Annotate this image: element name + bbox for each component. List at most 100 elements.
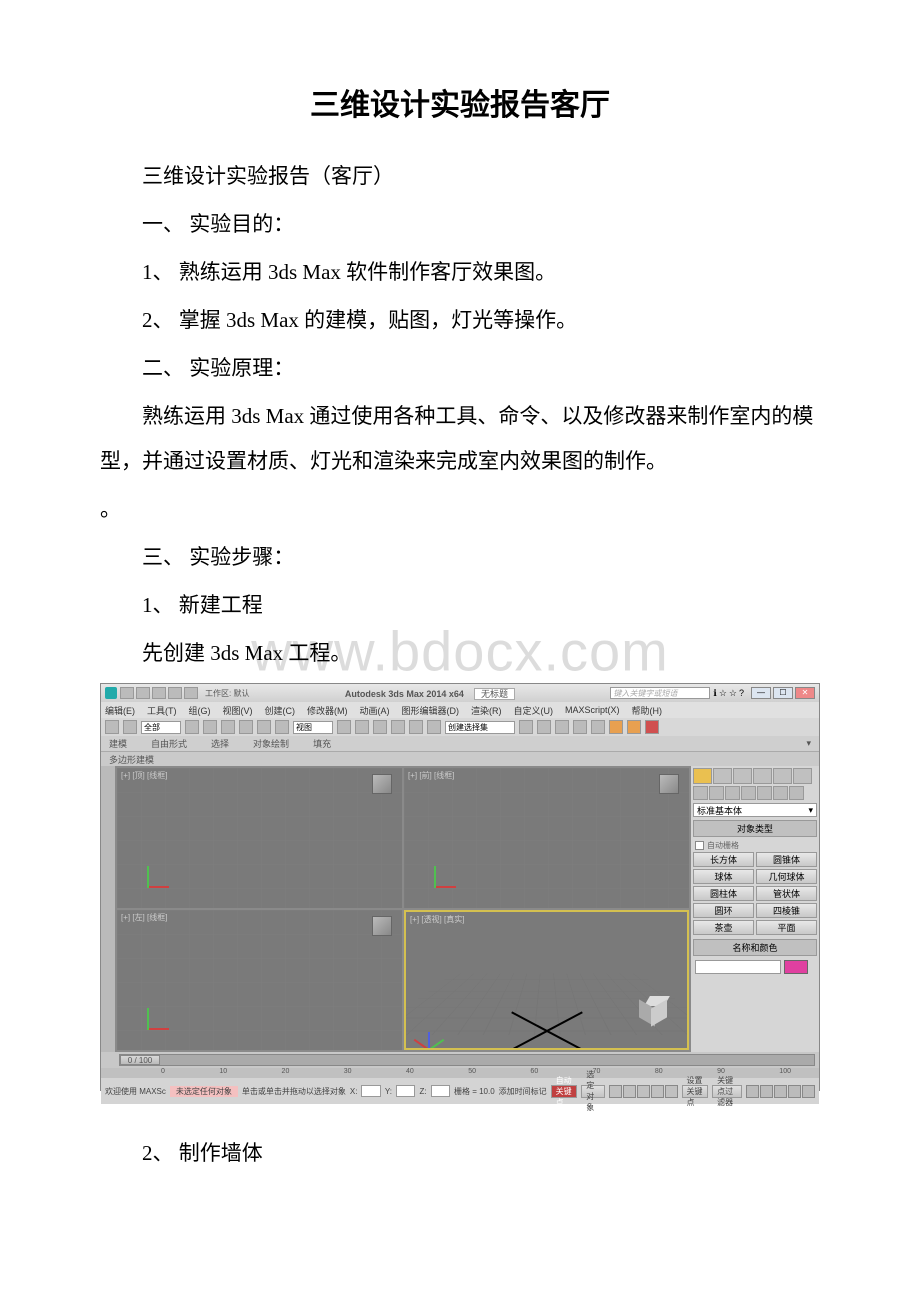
menu-item[interactable]: 编辑(E) — [105, 704, 135, 717]
color-swatch[interactable] — [784, 960, 808, 974]
set-key-button[interactable]: 设置关键点 — [682, 1085, 709, 1098]
schematic-icon[interactable] — [573, 720, 587, 734]
minimize-button[interactable]: — — [751, 687, 771, 699]
menu-item[interactable]: 视图(V) — [223, 704, 253, 717]
cylinder-button[interactable]: 圆柱体 — [693, 886, 754, 901]
mirror-icon[interactable] — [427, 720, 441, 734]
goto-end-icon[interactable] — [665, 1085, 678, 1098]
close-button[interactable]: ✕ — [795, 687, 815, 699]
pivot-icon[interactable] — [337, 720, 351, 734]
move-icon[interactable] — [239, 720, 253, 734]
torus-button[interactable]: 圆环 — [693, 903, 754, 918]
info-icon[interactable]: ℹ — [713, 688, 716, 699]
shapes-icon[interactable] — [709, 786, 724, 800]
percent-snap-icon[interactable] — [391, 720, 405, 734]
menu-item[interactable]: 动画(A) — [360, 704, 390, 717]
viewport-front[interactable]: [+] [前] [线框] — [404, 768, 689, 908]
z-spinner[interactable] — [431, 1085, 450, 1097]
material-icon[interactable] — [591, 720, 605, 734]
angle-snap-icon[interactable] — [373, 720, 387, 734]
prev-frame-icon[interactable] — [623, 1085, 636, 1098]
spacewarps-icon[interactable] — [773, 786, 788, 800]
star-icon[interactable]: ☆ — [719, 688, 727, 699]
viewcube-icon[interactable] — [659, 774, 679, 794]
menu-item[interactable]: 渲染(R) — [471, 704, 502, 717]
menu-item[interactable]: 工具(T) — [147, 704, 177, 717]
select-name-icon[interactable] — [203, 720, 217, 734]
goto-start-icon[interactable] — [609, 1085, 622, 1098]
zoom-icon[interactable] — [760, 1085, 773, 1098]
teapot-button[interactable]: 茶壶 — [693, 920, 754, 935]
select-icon[interactable] — [185, 720, 199, 734]
ribbon-tab[interactable]: 选择 — [211, 737, 229, 750]
ribbon-tab[interactable]: 自由形式 — [151, 737, 187, 750]
autogrid-checkbox[interactable]: 自动栅格 — [693, 839, 817, 852]
next-frame-icon[interactable] — [651, 1085, 664, 1098]
maximize-button[interactable]: ☐ — [773, 687, 793, 699]
curve-editor-icon[interactable] — [555, 720, 569, 734]
menu-item[interactable]: 图形编辑器(D) — [402, 704, 460, 717]
scale-icon[interactable] — [275, 720, 289, 734]
box-button[interactable]: 长方体 — [693, 852, 754, 867]
selection-filter[interactable]: 全部 — [141, 721, 181, 734]
sphere-button[interactable]: 球体 — [693, 869, 754, 884]
create-selection-set[interactable]: 创建选择集 — [445, 721, 515, 734]
link-icon[interactable] — [105, 720, 119, 734]
viewcube-icon[interactable] — [372, 774, 392, 794]
zoom-extents-icon[interactable] — [774, 1085, 787, 1098]
rollout-header[interactable]: 对象类型 — [693, 820, 817, 837]
orbit-icon[interactable] — [788, 1085, 801, 1098]
menu-item[interactable]: 组(G) — [189, 704, 211, 717]
time-tag[interactable]: 添加时间标记 — [499, 1086, 547, 1097]
tube-button[interactable]: 管状体 — [756, 886, 817, 901]
display-tab-icon[interactable] — [773, 768, 792, 784]
object-name-input[interactable] — [695, 960, 781, 974]
lights-icon[interactable] — [725, 786, 740, 800]
menu-item[interactable]: 自定义(U) — [514, 704, 554, 717]
viewport-top[interactable]: [+] [顶] [线框] — [117, 768, 402, 908]
layer-icon[interactable] — [537, 720, 551, 734]
create-tab-icon[interactable] — [693, 768, 712, 784]
pan-icon[interactable] — [746, 1085, 759, 1098]
viewcube-icon[interactable] — [639, 996, 673, 1030]
time-slider[interactable]: 0 / 100 — [119, 1054, 815, 1066]
new-icon[interactable] — [120, 687, 134, 699]
menu-item[interactable]: 创建(C) — [265, 704, 296, 717]
plane-button[interactable]: 平面 — [756, 920, 817, 935]
spinner-snap-icon[interactable] — [409, 720, 423, 734]
auto-key-button[interactable]: 自动关键点 — [551, 1085, 578, 1098]
select-region-icon[interactable] — [221, 720, 235, 734]
ref-coord-dropdown[interactable]: 视图 — [293, 721, 333, 734]
star-icon[interactable]: ☆ — [729, 688, 737, 699]
snap-icon[interactable] — [355, 720, 369, 734]
ribbon-tab[interactable]: 对象绘制 — [253, 737, 289, 750]
geosphere-button[interactable]: 几何球体 — [756, 869, 817, 884]
unlink-icon[interactable] — [123, 720, 137, 734]
save-icon[interactable] — [152, 687, 166, 699]
render-setup-icon[interactable] — [609, 720, 623, 734]
modify-tab-icon[interactable] — [713, 768, 732, 784]
rollout-header[interactable]: 名称和颜色 — [693, 939, 817, 956]
geometry-icon[interactable] — [693, 786, 708, 800]
open-icon[interactable] — [136, 687, 150, 699]
y-spinner[interactable] — [396, 1085, 415, 1097]
ribbon-tab[interactable]: 填充 — [313, 737, 331, 750]
key-filter-button[interactable]: 关键点过滤器 — [712, 1085, 742, 1098]
align-icon[interactable] — [519, 720, 533, 734]
hierarchy-tab-icon[interactable] — [733, 768, 752, 784]
menu-item[interactable]: 修改器(M) — [307, 704, 348, 717]
maximize-vp-icon[interactable] — [802, 1085, 815, 1098]
play-icon[interactable] — [637, 1085, 650, 1098]
menu-item[interactable]: 帮助(H) — [632, 704, 663, 717]
render-icon[interactable] — [645, 720, 659, 734]
render-frame-icon[interactable] — [627, 720, 641, 734]
geometry-dropdown[interactable]: 标准基本体▾ — [693, 803, 817, 817]
menu-item[interactable]: MAXScript(X) — [565, 705, 620, 715]
x-spinner[interactable] — [361, 1085, 380, 1097]
rotate-icon[interactable] — [257, 720, 271, 734]
sel-lock-button[interactable]: 选定对象 — [581, 1085, 604, 1098]
viewport-perspective[interactable]: [+] [透视] [真实] — [404, 910, 689, 1050]
systems-icon[interactable] — [789, 786, 804, 800]
search-input[interactable]: 键入关键字或短语 — [610, 687, 710, 699]
pyramid-button[interactable]: 四棱锥 — [756, 903, 817, 918]
